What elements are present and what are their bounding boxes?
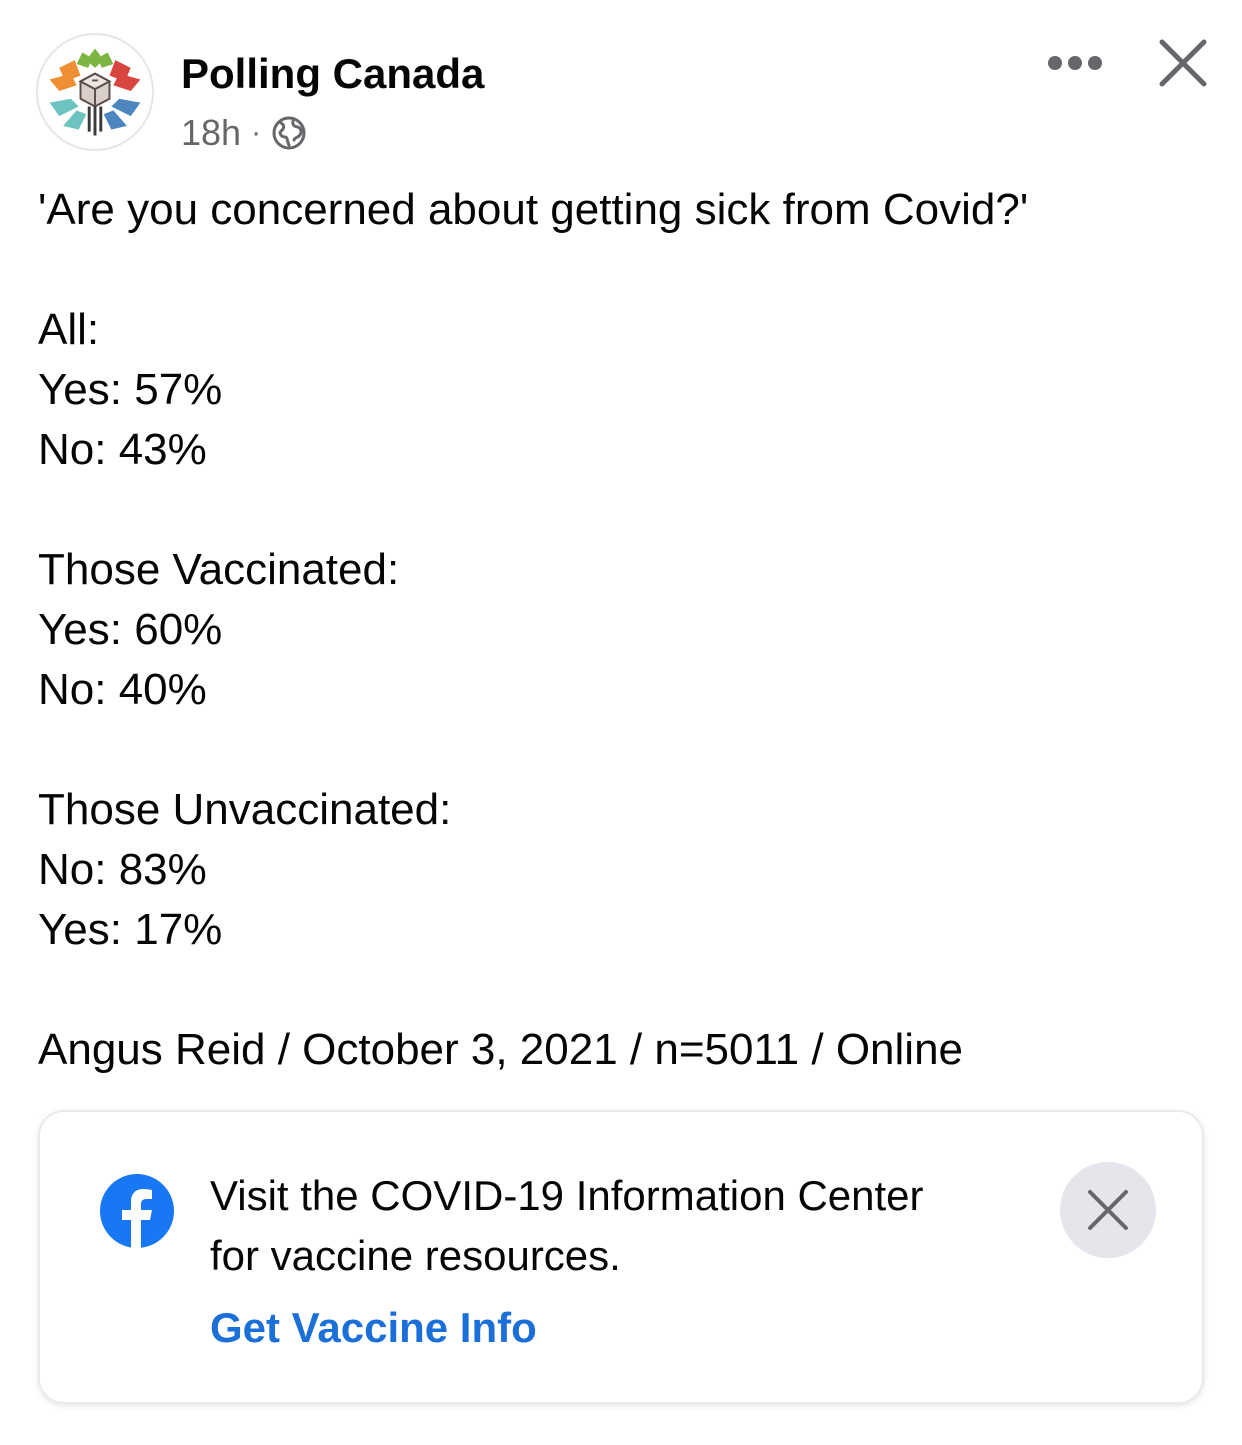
page-name[interactable]: Polling Canada bbox=[181, 48, 484, 100]
group-heading-vaccinated: Those Vaccinated: bbox=[38, 545, 400, 594]
close-icon bbox=[1159, 39, 1207, 87]
group-heading-unvaccinated: Those Unvaccinated: bbox=[38, 785, 452, 834]
post-question: 'Are you concerned about getting sick fr… bbox=[38, 185, 1029, 234]
result-line: Yes: 17% bbox=[38, 905, 223, 954]
result-line: No: 43% bbox=[38, 425, 207, 474]
post-meta: 18h · bbox=[181, 110, 307, 156]
info-card-line-1: Visit the COVID-19 Information Center bbox=[210, 1172, 924, 1219]
result-line: No: 83% bbox=[38, 845, 207, 894]
meta-separator: · bbox=[251, 116, 262, 149]
globe-icon bbox=[271, 115, 307, 151]
dismiss-info-card-button[interactable] bbox=[1060, 1162, 1156, 1258]
hide-post-button[interactable] bbox=[1150, 30, 1216, 96]
page-avatar[interactable] bbox=[36, 33, 154, 151]
close-icon bbox=[1088, 1190, 1128, 1230]
more-horizontal-icon bbox=[1048, 56, 1102, 70]
result-line: Yes: 60% bbox=[38, 605, 223, 654]
result-line: No: 40% bbox=[38, 665, 207, 714]
info-card-line-2: for vaccine resources. bbox=[210, 1232, 621, 1279]
info-card-text: Visit the COVID-19 Information Center fo… bbox=[210, 1166, 1030, 1286]
post-header: Polling Canada 18h · bbox=[0, 0, 1242, 165]
result-line: Yes: 57% bbox=[38, 365, 223, 414]
facebook-post: Polling Canada 18h · 'Are you concerned … bbox=[0, 0, 1242, 1445]
facebook-icon bbox=[100, 1174, 174, 1248]
poll-source: Angus Reid / October 3, 2021 / n=5011 / … bbox=[38, 1025, 964, 1074]
covid-info-card: Visit the COVID-19 Information Center fo… bbox=[38, 1110, 1204, 1404]
more-options-button[interactable] bbox=[1040, 40, 1110, 86]
get-vaccine-info-link[interactable]: Get Vaccine Info bbox=[210, 1302, 537, 1354]
polling-canada-logo bbox=[49, 48, 141, 136]
group-heading-all: All: bbox=[38, 305, 100, 354]
post-time[interactable]: 18h bbox=[181, 112, 241, 154]
post-body: 'Are you concerned about getting sick fr… bbox=[38, 180, 1208, 1080]
